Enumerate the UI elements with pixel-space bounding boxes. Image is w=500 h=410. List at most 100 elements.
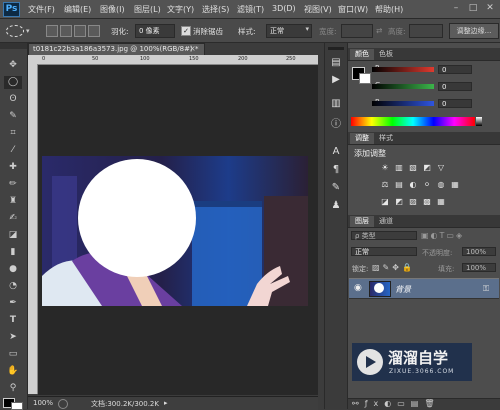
menu-help[interactable]: 帮助(H) xyxy=(375,4,403,15)
paragraph-panel-icon[interactable]: ¶ xyxy=(329,164,343,176)
channel-b-value[interactable]: 0 xyxy=(438,99,472,108)
rectangle-tool-icon[interactable]: ▭ xyxy=(4,348,22,361)
photo-filter-icon[interactable]: ⚪ xyxy=(422,180,432,189)
vibrance-icon[interactable]: ▽ xyxy=(436,163,446,172)
lasso-tool-icon[interactable]: ʘ xyxy=(4,93,22,106)
minimize-icon[interactable]: – xyxy=(451,3,461,13)
layer-filter-icons[interactable]: ▣◐T▭◈ xyxy=(421,231,464,240)
channel-g-slider[interactable] xyxy=(372,84,434,89)
tab-layers[interactable]: 图层 xyxy=(350,216,374,227)
info-panel-icon[interactable]: ⓘ xyxy=(329,119,343,131)
menu-file[interactable]: 文件(F) xyxy=(28,4,55,15)
tab-adjustments[interactable]: 调整 xyxy=(350,133,374,144)
intersect-selection-icon[interactable] xyxy=(88,25,100,37)
menu-view[interactable]: 视图(V) xyxy=(304,4,332,15)
pen-tool-icon[interactable]: ✒ xyxy=(4,297,22,310)
crop-tool-icon[interactable]: ⌗ xyxy=(4,127,22,140)
clone-source-icon[interactable]: ♟ xyxy=(329,200,343,212)
color-balance-icon[interactable]: ▤ xyxy=(394,180,404,189)
color-spectrum-bar[interactable] xyxy=(351,117,475,126)
tab-color[interactable]: 颜色 xyxy=(350,49,374,60)
fill-input[interactable]: 100% xyxy=(462,263,496,272)
hue-saturation-icon[interactable]: ⚖ xyxy=(380,180,390,189)
tab-swatches[interactable]: 色板 xyxy=(374,49,398,60)
brightness-contrast-icon[interactable]: ☀ xyxy=(380,163,390,172)
channel-b-slider[interactable] xyxy=(372,101,434,106)
quick-selection-tool-icon[interactable]: ✎ xyxy=(4,110,22,123)
layer-row-background[interactable]: ◉ 背景 ⚿ xyxy=(349,278,499,299)
background-color-chip[interactable] xyxy=(359,73,371,84)
channel-r-slider[interactable] xyxy=(372,67,434,72)
menu-layer[interactable]: 图层(L) xyxy=(134,4,161,15)
menu-edit[interactable]: 编辑(E) xyxy=(64,4,91,15)
tab-close-icon[interactable]: × xyxy=(189,44,196,53)
curves-icon[interactable]: ▧ xyxy=(408,163,418,172)
blur-tool-icon[interactable]: ● xyxy=(4,263,22,276)
swap-icon[interactable]: ⇄ xyxy=(376,26,382,35)
levels-icon[interactable]: ▥ xyxy=(394,163,404,172)
zoom-tool-icon[interactable]: ⚲ xyxy=(4,382,22,395)
subtract-selection-icon[interactable] xyxy=(74,25,86,37)
type-tool-icon[interactable]: T xyxy=(4,314,22,327)
antialias-checkbox[interactable]: ✓ xyxy=(181,26,191,36)
invert-icon[interactable]: ◪ xyxy=(380,197,390,206)
style-select[interactable]: 正常 ▾ xyxy=(266,24,312,38)
exposure-icon[interactable]: ◩ xyxy=(422,163,432,172)
refine-edge-button[interactable]: 调整边缘... xyxy=(449,23,499,39)
history-panel-icon[interactable]: ▤ xyxy=(329,57,343,69)
path-selection-tool-icon[interactable]: ➤ xyxy=(4,331,22,344)
menu-3d[interactable]: 3D(D) xyxy=(272,4,296,13)
lock-icons[interactable]: ▨✎✥🔒 xyxy=(372,263,415,272)
menu-window[interactable]: 窗口(W) xyxy=(338,4,368,15)
brush-presets-icon[interactable]: ✎ xyxy=(329,182,343,194)
eyedropper-tool-icon[interactable]: ⁄ xyxy=(4,144,22,157)
color-lookup-icon[interactable]: ▦ xyxy=(450,180,460,189)
character-panel-icon[interactable]: A xyxy=(329,146,343,158)
elliptical-marquee-tool-icon[interactable]: ◯ xyxy=(4,76,22,89)
history-brush-tool-icon[interactable]: ✍ xyxy=(4,212,22,225)
gradient-tool-icon[interactable]: ▮ xyxy=(4,246,22,259)
eraser-tool-icon[interactable]: ◪ xyxy=(4,229,22,242)
zoom-level[interactable]: 100% xyxy=(33,399,53,407)
properties-panel-icon[interactable]: ▥ xyxy=(329,98,343,110)
menu-select[interactable]: 选择(S) xyxy=(202,4,229,15)
layer-name[interactable]: 背景 xyxy=(395,284,411,295)
tab-styles[interactable]: 样式 xyxy=(374,133,398,144)
chevron-down-icon[interactable]: ▾ xyxy=(26,27,30,35)
healing-brush-tool-icon[interactable]: ✚ xyxy=(4,161,22,174)
ellipse-marquee-icon[interactable] xyxy=(6,25,24,37)
channel-mixer-icon[interactable]: ◍ xyxy=(436,180,446,189)
brush-tool-icon[interactable]: ✏ xyxy=(4,178,22,191)
dock-grip[interactable] xyxy=(328,47,344,50)
channel-g-value[interactable]: 0 xyxy=(438,82,472,91)
opacity-input[interactable]: 100% xyxy=(462,247,496,256)
threshold-icon[interactable]: ▨ xyxy=(408,197,418,206)
gradient-map-icon[interactable]: ▩ xyxy=(422,197,432,206)
document-image[interactable] xyxy=(42,156,308,306)
menu-type[interactable]: 文字(Y) xyxy=(167,4,194,15)
actions-panel-icon[interactable]: ▶ xyxy=(329,74,343,86)
close-icon[interactable]: ✕ xyxy=(485,3,495,13)
status-info-icon[interactable] xyxy=(58,399,68,409)
posterize-icon[interactable]: ◩ xyxy=(394,197,404,206)
tab-channels[interactable]: 通道 xyxy=(374,216,398,227)
width-input[interactable] xyxy=(341,24,373,38)
move-tool-icon[interactable]: ✥ xyxy=(4,59,22,72)
hand-tool-icon[interactable]: ✋ xyxy=(4,365,22,378)
menu-image[interactable]: 图像(I) xyxy=(100,4,125,15)
selective-color-icon[interactable]: ▦ xyxy=(436,197,446,206)
black-white-icon[interactable]: ◐ xyxy=(408,180,418,189)
blend-mode-select[interactable]: 正常 xyxy=(351,247,417,256)
layer-filter-select[interactable]: ρ 类型 xyxy=(351,231,417,240)
layer-action-icons[interactable]: ⚯ƒx◐▭▤🗑 xyxy=(352,399,441,408)
new-selection-icon[interactable] xyxy=(46,25,58,37)
menu-filter[interactable]: 滤镜(T) xyxy=(237,4,264,15)
dodge-tool-icon[interactable]: ◔ xyxy=(4,280,22,293)
visibility-eye-icon[interactable]: ◉ xyxy=(354,283,362,293)
clone-stamp-tool-icon[interactable]: ♜ xyxy=(4,195,22,208)
grayscale-ramp[interactable] xyxy=(476,117,482,126)
toolbar-grip[interactable] xyxy=(0,43,27,49)
feather-input[interactable]: 0 像素 xyxy=(135,24,175,38)
channel-r-value[interactable]: 0 xyxy=(438,65,472,74)
height-input[interactable] xyxy=(409,24,443,38)
